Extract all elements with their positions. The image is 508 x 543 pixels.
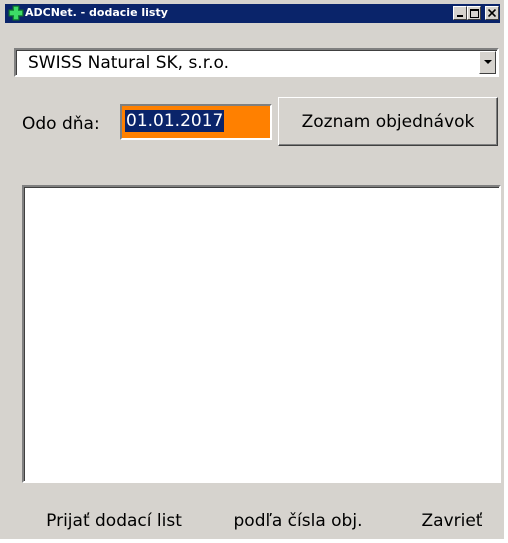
application-window: ADCNet. - dodacie listy SWISS Natural SK… <box>0 0 506 541</box>
supplier-select[interactable]: SWISS Natural SK, s.r.o. <box>14 48 499 77</box>
close-button[interactable]: Zavrieť <box>404 506 500 536</box>
maximize-button[interactable] <box>467 6 481 20</box>
supplier-select-value: SWISS Natural SK, s.r.o. <box>28 53 230 73</box>
minimize-button[interactable] <box>453 6 467 20</box>
dropdown-button[interactable] <box>479 51 496 74</box>
chevron-down-icon <box>483 60 492 64</box>
date-from-value: 01.01.2017 <box>125 110 225 132</box>
title-bar[interactable]: ADCNet. - dodacie listy <box>5 4 500 23</box>
green-cross-icon <box>8 5 24 21</box>
close-window-button[interactable] <box>485 6 499 20</box>
minimize-icon <box>457 15 463 17</box>
delivery-notes-list[interactable] <box>22 185 501 483</box>
date-from-label: Odo dňa: <box>22 114 100 134</box>
orders-list-button[interactable]: Zoznam objednávok <box>278 97 498 146</box>
date-from-input[interactable]: 01.01.2017 <box>120 104 272 140</box>
by-order-number-button[interactable]: podľa čísla obj. <box>212 506 384 536</box>
maximize-icon <box>469 8 479 18</box>
close-icon <box>488 9 496 17</box>
window-title: ADCNet. - dodacie listy <box>25 6 168 19</box>
receive-delivery-note-button[interactable]: Prijať dodací list <box>26 506 202 536</box>
